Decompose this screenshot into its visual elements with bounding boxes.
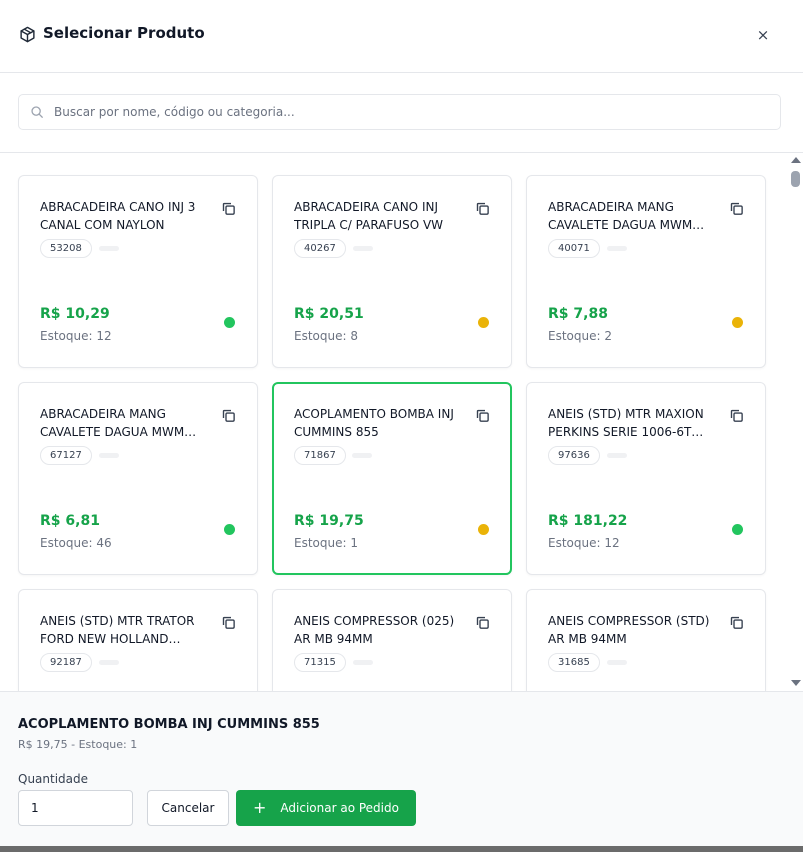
dialog-title: Selecionar Produto <box>43 24 205 42</box>
close-button[interactable]: × <box>751 24 775 46</box>
scroll-thumb[interactable] <box>791 171 800 187</box>
stock-status-dot <box>478 524 489 535</box>
product-code-badge: 40071 <box>548 239 600 258</box>
product-card[interactable]: ANEIS COMPRESSOR (STD) AR MB 94MM 31685 <box>526 589 766 691</box>
product-stock: Estoque: 12 <box>548 536 620 550</box>
product-card[interactable]: ABRACADEIRA MANG CAVALETE DAGUA MWM D229… <box>526 175 766 368</box>
product-code-badge: 40267 <box>294 239 346 258</box>
dialog-header: Selecionar Produto × <box>0 0 803 73</box>
scroll-down-arrow-icon[interactable] <box>791 680 801 686</box>
product-name: ANEIS (STD) MTR MAXION PERKINS SERIE 100… <box>548 407 704 439</box>
selected-product-info: R$ 19,75 - Estoque: 1 <box>18 738 138 751</box>
product-card[interactable]: ANEIS (STD) MTR TRATOR FORD NEW HOLLAND … <box>18 589 258 691</box>
product-name: ANEIS COMPRESSOR (STD) AR MB 94MM <box>548 614 710 646</box>
stock-status-dot <box>732 524 743 535</box>
product-name: ANEIS (STD) MTR TRATOR FORD NEW HOLLAND … <box>40 614 195 646</box>
quantity-label: Quantidade <box>18 772 89 786</box>
category-placeholder <box>607 453 627 458</box>
product-price: R$ 6,81 <box>40 513 100 529</box>
window-bottom-edge <box>0 846 803 852</box>
product-card[interactable]: ANEIS COMPRESSOR (025) AR MB 94MM 71315 <box>272 589 512 691</box>
product-code-badge: 67127 <box>40 446 92 465</box>
product-price: R$ 10,29 <box>40 306 110 322</box>
product-stock: Estoque: 2 <box>548 329 612 343</box>
selection-footer: ACOPLAMENTO BOMBA INJ CUMMINS 855 R$ 19,… <box>0 691 803 846</box>
copy-icon[interactable] <box>221 615 236 630</box>
product-name: ABRACADEIRA CANO INJ TRIPLA C/ PARAFUSO … <box>294 200 444 232</box>
stock-status-dot <box>732 317 743 328</box>
product-price: R$ 7,88 <box>548 306 608 322</box>
copy-icon[interactable] <box>475 201 490 216</box>
copy-icon[interactable] <box>475 408 490 423</box>
category-placeholder <box>99 246 119 251</box>
category-placeholder <box>99 453 119 458</box>
product-stock: Estoque: 1 <box>294 536 358 550</box>
search-input[interactable] <box>54 96 774 128</box>
product-code-badge: 71315 <box>294 653 346 672</box>
stock-status-dot <box>224 317 235 328</box>
product-stock: Estoque: 12 <box>40 329 112 343</box>
quantity-input[interactable] <box>18 790 133 826</box>
stock-status-dot <box>224 524 235 535</box>
copy-icon[interactable] <box>729 408 744 423</box>
scrollbar[interactable] <box>789 153 803 691</box>
add-to-order-label: Adicionar ao Pedido <box>280 801 399 815</box>
product-name: ABRACADEIRA CANO INJ 3 CANAL COM NAYLON <box>40 200 196 232</box>
plus-icon: + <box>253 798 267 817</box>
copy-icon[interactable] <box>729 201 744 216</box>
category-placeholder <box>99 660 119 665</box>
product-stock: Estoque: 8 <box>294 329 358 343</box>
product-card[interactable]: ABRACADEIRA MANG CAVALETE DAGUA MWM D229… <box>18 382 258 575</box>
category-placeholder <box>352 453 372 458</box>
product-price: R$ 19,75 <box>294 513 364 529</box>
product-stock: Estoque: 46 <box>40 536 112 550</box>
selected-product-name: ACOPLAMENTO BOMBA INJ CUMMINS 855 <box>18 717 320 732</box>
product-code-badge: 92187 <box>40 653 92 672</box>
cancel-button[interactable]: Cancelar <box>147 790 229 826</box>
copy-icon[interactable] <box>475 615 490 630</box>
copy-icon[interactable] <box>221 408 236 423</box>
product-card[interactable]: ACOPLAMENTO BOMBA INJ CUMMINS 855 71867 R$… <box>272 382 512 575</box>
category-placeholder <box>607 246 627 251</box>
category-placeholder <box>607 660 627 665</box>
product-name: ANEIS COMPRESSOR (025) AR MB 94MM <box>294 614 455 646</box>
product-code-badge: 53208 <box>40 239 92 258</box>
product-card[interactable]: ANEIS (STD) MTR MAXION PERKINS SERIE 100… <box>526 382 766 575</box>
copy-icon[interactable] <box>729 615 744 630</box>
copy-icon[interactable] <box>221 201 236 216</box>
category-placeholder <box>353 246 373 251</box>
product-code-badge: 71867 <box>294 446 346 465</box>
product-grid: ABRACADEIRA CANO INJ 3 CANAL COM NAYLON 5… <box>0 153 789 691</box>
product-name: ACOPLAMENTO BOMBA INJ CUMMINS 855 <box>294 407 454 439</box>
stock-status-dot <box>478 317 489 328</box>
search-icon <box>31 106 43 118</box>
scroll-up-arrow-icon[interactable] <box>791 157 801 163</box>
product-name: ABRACADEIRA MANG CAVALETE DAGUA MWM D229… <box>548 200 693 232</box>
product-price: R$ 20,51 <box>294 306 364 322</box>
product-code-badge: 31685 <box>548 653 600 672</box>
close-icon: × <box>756 26 770 44</box>
product-name: ABRACADEIRA MANG CAVALETE DAGUA MWM D229… <box>40 407 185 439</box>
category-placeholder <box>353 660 373 665</box>
package-icon <box>20 26 35 43</box>
product-card[interactable]: ABRACADEIRA CANO INJ TRIPLA C/ PARAFUSO … <box>272 175 512 368</box>
search-box <box>18 94 781 130</box>
product-code-badge: 97636 <box>548 446 600 465</box>
add-to-order-button[interactable]: + Adicionar ao Pedido <box>236 790 416 826</box>
product-price: R$ 181,22 <box>548 513 628 529</box>
product-card[interactable]: ABRACADEIRA CANO INJ 3 CANAL COM NAYLON 5… <box>18 175 258 368</box>
